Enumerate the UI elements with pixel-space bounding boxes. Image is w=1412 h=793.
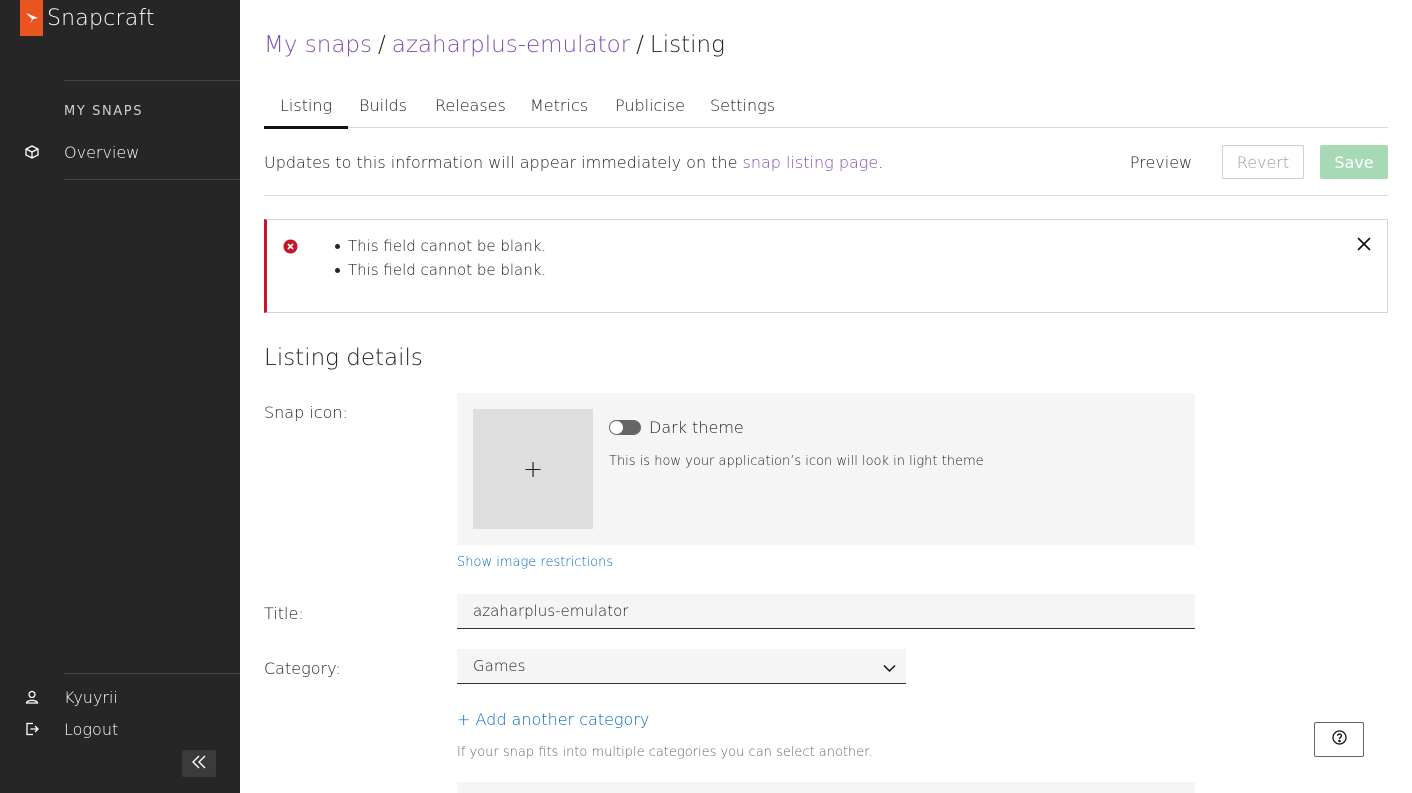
next-field-input[interactable] [457,782,1195,793]
collapse-sidebar-button[interactable] [182,750,216,777]
sidebar-divider [64,80,240,81]
help-icon [1331,730,1347,749]
category-help-text: If your snap fits into multiple categori… [457,745,873,760]
snap-icon-panel: + Dark theme This is how your applicatio… [457,393,1195,545]
snapcraft-logo[interactable]: Snapcraft [20,0,155,36]
chevron-down-icon [883,659,896,677]
dark-theme-toggle[interactable] [609,420,641,435]
category-selected-value: Games [473,657,526,675]
sidebar-divider [64,179,240,180]
listing-form: Listing details Snap icon: + Dark theme … [264,0,1388,793]
sidebar-item-label: Kyuyrii [64,687,118,707]
app-name: Snapcraft [47,5,155,31]
double-chevron-left-icon [191,754,207,773]
sidebar-heading: MY SNAPS [64,104,144,119]
snapcraft-logo-icon [20,0,43,36]
plus-icon: + [522,455,544,483]
title-label: Title: [264,604,304,623]
user-icon [24,689,40,705]
sidebar-divider [64,673,240,674]
theme-note: This is how your application’s icon will… [609,454,984,469]
category-select[interactable]: Games [457,649,906,684]
title-input[interactable]: azaharplus-emulator [457,594,1195,629]
dark-theme-label: Dark theme [649,418,744,437]
sidebar-item-label: Logout [64,719,119,739]
section-title: Listing details [264,345,423,371]
snap-package-icon [24,144,40,160]
sidebar: Snapcraft MY SNAPS Overview Kyuyrii Logo… [0,0,240,793]
add-category-link[interactable]: + Add another category [457,710,649,729]
sidebar-item-logout[interactable]: Logout [0,715,240,743]
show-image-restrictions-link[interactable]: Show image restrictions [457,555,613,570]
logout-icon [24,721,40,737]
sidebar-item-label: Overview [64,142,140,162]
icon-upload-area[interactable]: + [473,409,593,529]
help-button[interactable] [1314,722,1364,757]
category-label: Category: [264,659,341,678]
sidebar-item-overview[interactable]: Overview [0,138,240,166]
sidebar-item-account[interactable]: Kyuyrii [0,683,240,711]
snap-icon-label: Snap icon: [264,403,348,422]
